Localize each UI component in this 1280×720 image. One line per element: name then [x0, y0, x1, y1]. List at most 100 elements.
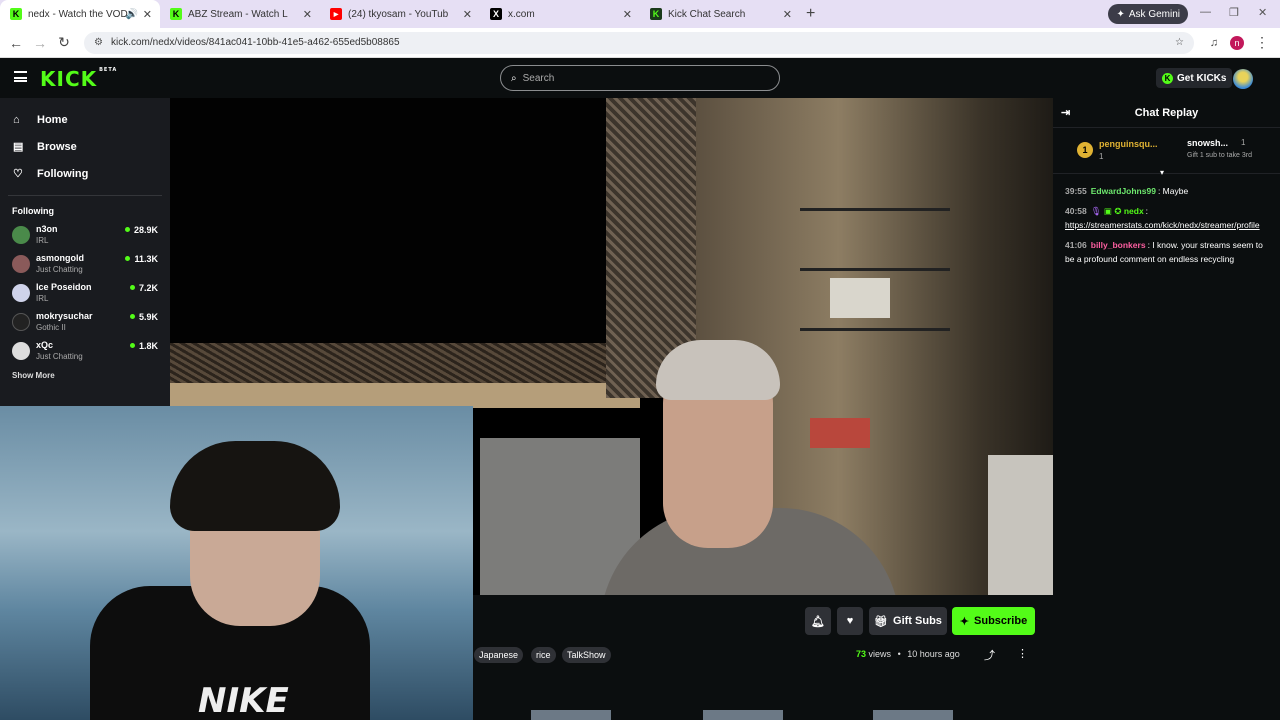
- collapse-chat-icon[interactable]: ⇥: [1061, 106, 1070, 119]
- close-window-icon[interactable]: ✕: [1258, 6, 1267, 19]
- sidebar: ⌂ Home ▤ Browse ♡ Following Following n3…: [0, 98, 170, 406]
- video-meta: 73 views • 10 hours ago: [856, 649, 960, 659]
- video-black-region: [170, 98, 606, 343]
- gift-icon: 🎁︎: [874, 615, 889, 628]
- tag-talkshow[interactable]: TalkShow: [562, 647, 611, 663]
- address-bar-row: ← → ↻ ⚙ kick.com/nedx/videos/841ac041-10…: [0, 28, 1280, 58]
- following-channel-xqc[interactable]: xQc Just Chatting 1.8K: [0, 338, 170, 367]
- video-streamer: [600, 340, 900, 595]
- more-options-icon[interactable]: ⋮: [1017, 647, 1028, 660]
- chat-message: 40:58 🎙︎ ▣ ✪ nedx: https://streamerstats.…: [1065, 206, 1260, 230]
- sidebar-divider: [8, 195, 162, 196]
- media-controls-icon[interactable]: ♫: [1202, 37, 1226, 49]
- sub-badge-icon: ▣: [1103, 206, 1112, 216]
- close-tab-icon[interactable]: ✕: [303, 8, 312, 21]
- chat-header: ⇥ Chat Replay: [1053, 98, 1280, 128]
- chat-link[interactable]: https://streamerstats.com/kick/nedx/stre…: [1065, 220, 1260, 230]
- heart-icon: ♥: [846, 615, 854, 627]
- site-info-icon[interactable]: ⚙: [94, 37, 103, 48]
- vod-thumbnail[interactable]: [531, 710, 611, 720]
- video-wood-panel: [170, 383, 640, 408]
- following-heading: Following: [12, 206, 54, 216]
- channel-avatar: [12, 255, 30, 273]
- sidebar-item-following[interactable]: ♡ Following: [0, 160, 170, 187]
- channel-avatar: [12, 313, 30, 331]
- home-icon: ⌂: [13, 113, 20, 126]
- ask-gemini-button[interactable]: ✦ Ask Gemini: [1108, 4, 1188, 24]
- chat-message: 41:06 billy_bonkers: I know. your streams…: [1065, 240, 1263, 264]
- mic-badge-icon: 🎙︎: [1090, 206, 1102, 216]
- channel-avatar: [12, 226, 30, 244]
- search-input[interactable]: ⌕ Search: [500, 65, 780, 91]
- chat-replay-panel: ⇥ Chat Replay 1 penguinsqu... 1 snowsh..…: [1053, 98, 1280, 720]
- youtube-favicon-icon: ▶: [330, 8, 342, 20]
- rank-badge: 1: [1077, 142, 1093, 158]
- verified-badge-icon: ✪: [1114, 206, 1122, 216]
- kick-logo[interactable]: KICK BETA: [40, 67, 117, 91]
- gift-subs-button[interactable]: 🎁︎ Gift Subs: [869, 607, 947, 635]
- heart-icon: ♡: [13, 168, 23, 180]
- bookmark-star-icon[interactable]: ☆: [1175, 37, 1184, 48]
- close-tab-icon[interactable]: ✕: [623, 8, 632, 21]
- video-shelf: [800, 268, 950, 271]
- url-field[interactable]: ⚙ kick.com/nedx/videos/841ac041-10bb-41e…: [84, 31, 1194, 54]
- kicks-coin-icon: K: [1162, 72, 1173, 84]
- vod-thumbnails: [473, 708, 1053, 720]
- maximize-icon[interactable]: ❐: [1229, 6, 1239, 19]
- new-tab-button[interactable]: +: [806, 5, 815, 23]
- kick-favicon-icon: K: [170, 8, 182, 20]
- back-icon[interactable]: ←: [4, 35, 28, 51]
- tab-youtube[interactable]: ▶ (24) tkyosam - YouTube ✕: [320, 0, 480, 28]
- video-shelf: [800, 328, 950, 331]
- minimize-icon[interactable]: —: [1200, 6, 1211, 18]
- shirt-logo: NIKE: [198, 681, 289, 720]
- tab-abz-stream[interactable]: K ABZ Stream - Watch Live on Kic ✕: [160, 0, 320, 28]
- profile-avatar[interactable]: n: [1230, 35, 1244, 50]
- gemini-sparkle-icon: ✦: [1116, 8, 1125, 20]
- tab-kick-chat-search[interactable]: K Kick Chat Search ✕: [640, 0, 800, 28]
- follow-heart-button[interactable]: ♥: [837, 607, 863, 635]
- share-icon[interactable]: ⤴: [984, 647, 995, 663]
- following-channel-n3on[interactable]: n3on IRL 28.9K: [0, 222, 170, 251]
- video-shelf: [800, 208, 950, 211]
- following-channel-asmongold[interactable]: asmongold Just Chatting 11.3K: [0, 251, 170, 280]
- x-favicon-icon: X: [490, 8, 502, 20]
- get-kicks-button[interactable]: K Get KICKs: [1156, 68, 1233, 88]
- star-icon: ✦: [959, 615, 970, 628]
- tab-x[interactable]: X x.com ✕: [480, 0, 640, 28]
- speaker-icon[interactable]: 🔊: [126, 9, 138, 20]
- expand-leaderboard-icon[interactable]: ▾: [1160, 168, 1164, 177]
- top-gifter-count: 1: [1099, 152, 1104, 161]
- forward-icon[interactable]: →: [28, 35, 52, 51]
- tag-japanese[interactable]: Japanese: [474, 647, 524, 663]
- video-pc-tower: [988, 455, 1053, 595]
- tag-rice[interactable]: rice: [531, 647, 556, 663]
- browser-tab-bar: K nedx - Watch the VOD on K 🔊 ✕ K ABZ St…: [0, 0, 1280, 28]
- gift-leaderboard: 1 penguinsqu... 1 snowsh... 1 Gift 1 sub…: [1053, 128, 1280, 177]
- sidebar-item-browse[interactable]: ▤ Browse: [0, 133, 170, 160]
- reload-icon[interactable]: ↻: [52, 34, 76, 51]
- following-channel-mokrysuchar[interactable]: mokrysuchar Gothic II 5.9K: [0, 309, 170, 338]
- subscribe-button[interactable]: ✦ Subscribe: [952, 607, 1035, 635]
- close-tab-icon[interactable]: ✕: [143, 8, 152, 21]
- webcam-overlay: NIKE: [0, 406, 473, 720]
- kick-favicon-icon: K: [650, 8, 662, 20]
- close-tab-icon[interactable]: ✕: [783, 8, 792, 21]
- close-tab-icon[interactable]: ✕: [463, 8, 472, 21]
- vod-thumbnail[interactable]: [703, 710, 783, 720]
- sidebar-item-home[interactable]: ⌂ Home: [0, 106, 170, 133]
- following-channel-ice-poseidon[interactable]: Ice Poseidon IRL 7.2K: [0, 280, 170, 309]
- kick-favicon-icon: K: [10, 8, 22, 20]
- tab-nedx-vod[interactable]: K nedx - Watch the VOD on K 🔊 ✕: [0, 0, 160, 28]
- browse-icon: ▤: [13, 141, 24, 153]
- chat-message: 39:55 EdwardJohns99: Maybe: [1065, 186, 1189, 196]
- vod-thumbnail[interactable]: [873, 710, 953, 720]
- video-wallpaper-strip: [170, 343, 630, 383]
- user-avatar[interactable]: [1233, 69, 1253, 89]
- show-more-link[interactable]: Show More: [0, 371, 170, 380]
- kick-header: KICK BETA ⌕ Search K Get KICKs: [0, 58, 1280, 98]
- channel-avatar: [12, 342, 30, 360]
- browser-menu-icon[interactable]: ⋮: [1250, 34, 1274, 51]
- notification-bell-button[interactable]: 🔔︎: [805, 607, 831, 635]
- hamburger-menu-icon[interactable]: [14, 71, 27, 82]
